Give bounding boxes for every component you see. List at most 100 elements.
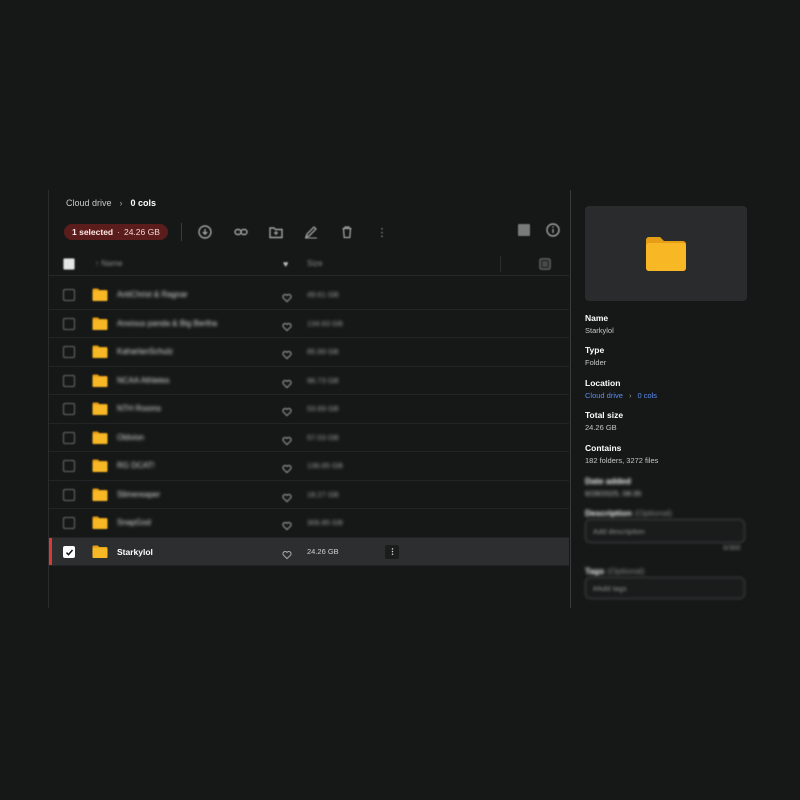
favourite-heart-icon[interactable] [282,547,292,559]
trash-icon[interactable] [339,224,355,240]
row-name[interactable]: KaharlanSchulz [117,347,173,356]
row-size: 85.99 GB [307,347,339,356]
favourite-heart-icon[interactable] [282,404,292,417]
row-checkbox[interactable] [63,346,75,358]
move-to-folder-icon[interactable] [268,224,284,240]
row-checkbox[interactable] [63,403,75,415]
selection-badge[interactable]: 1 selected · 24.26 GB [64,224,168,240]
favourite-heart-icon[interactable] [282,347,292,360]
column-settings-icon[interactable] [539,258,551,270]
favourite-heart-icon[interactable] [282,518,292,531]
table-row[interactable]: Starkylol 24.26 GB [49,537,569,566]
detail-type-value: Folder [585,358,607,367]
link-icon[interactable] [233,224,249,240]
table-row[interactable]: KaharlanSchulz 85.99 GB [49,338,569,367]
detail-contains-label: Contains [585,443,622,453]
description-label-row: Description (Optional) [585,508,672,518]
folder-preview [585,206,747,301]
select-all-checkbox[interactable] [63,258,75,270]
info-icon[interactable] [545,222,561,238]
column-name-header[interactable]: ↑ Name [95,259,123,268]
row-name[interactable]: Anxious panda & Big Bertha [117,319,217,328]
favourite-heart-icon[interactable] [282,490,292,502]
details-panel: Name Starkylol Type Folder Location Clou… [585,206,747,606]
row-checkbox[interactable] [63,374,75,387]
tags-input[interactable]: #Add tags [585,577,745,599]
more-vertical-icon [391,548,393,555]
favourite-heart-icon[interactable] [282,319,292,331]
row-size: 57.03 GB [307,432,339,442]
tags-label-row: Tags (Optional) [585,566,645,576]
table-row[interactable]: NTH Rooms 53.69 GB [49,395,569,424]
location-link-current[interactable]: 0 cols [637,391,657,400]
description-char-counter: 0/300 [723,545,741,552]
location-breadcrumb: Cloud drive › 0 cols [585,391,657,400]
tags-label-text: Tags [585,566,605,576]
folder-icon [92,516,108,529]
row-name[interactable]: NCAA Athletes [117,376,169,385]
table-row[interactable]: RG DCAT! 136.65 GB [49,452,569,481]
folder-icon [92,402,108,415]
tags-optional: (Optional) [607,566,645,576]
favourite-heart-icon[interactable] [282,433,292,445]
row-checkbox[interactable] [63,317,75,330]
table-header: ↑ Name ♥ Size [49,252,569,276]
toolbar: 1 selected · 24.26 GB ⋮ [49,222,569,242]
row-name[interactable]: NTH Rooms [117,404,161,413]
grid-view-icon[interactable] [516,222,532,238]
row-name[interactable]: Starkylol [117,547,153,557]
row-more-options-button[interactable] [385,544,399,559]
selection-size: 24.26 GB [123,227,160,237]
table-row[interactable]: Oldvion 57.03 GB [49,424,569,452]
breadcrumb-root[interactable]: Cloud drive [66,198,112,208]
detail-contains-value: 182 folders, 3272 files [585,456,659,465]
row-checkbox[interactable] [63,545,75,558]
chevron-right-icon: › [628,391,632,400]
detail-location-label: Location [585,378,621,388]
favourite-heart-icon[interactable] [282,376,292,388]
row-checkbox[interactable] [63,460,75,472]
rename-pencil-icon[interactable] [303,224,319,240]
file-browser: Cloud drive › 0 cols 1 selected · 24.26 … [49,190,569,608]
detail-contains: Contains 182 folders, 3272 files [585,443,658,465]
column-size-header[interactable]: Size [307,259,323,268]
table-row[interactable]: Slimereaper 18.27 GB [49,481,569,509]
row-name[interactable]: RG DCAT! [117,461,155,470]
location-link-root[interactable]: Cloud drive [585,391,623,400]
row-checkbox[interactable] [63,431,75,444]
file-list: AntiChrist & Ragnar 49.61 GB Anxious panda… [49,281,569,566]
detail-total-size-label: Total size [585,410,624,420]
description-optional: (Optional) [634,508,673,518]
row-name[interactable]: Oldvion [117,433,144,442]
table-row[interactable]: AntiChrist & Ragnar 49.61 GB [49,281,569,310]
row-size: 306.85 GB [307,518,343,527]
detail-date-added-value: 6/28/2025, 08:35 [585,489,642,498]
folder-icon [92,459,108,472]
description-input[interactable]: Add description [585,519,745,543]
favourite-column-heart-icon[interactable]: ♥ [283,259,288,269]
column-divider [500,256,501,272]
favourite-heart-icon[interactable] [282,461,292,474]
detail-date-added: Date added 6/28/2025, 08:35 [585,476,641,498]
row-checkbox[interactable] [63,488,75,501]
table-row[interactable]: NCAA Athletes 96.73 GB [49,367,569,395]
favourite-heart-icon[interactable] [282,290,292,303]
row-name[interactable]: SnapGod [117,518,151,527]
selection-count: 1 selected [72,227,114,237]
detail-date-added-label: Date added [585,476,631,486]
row-size: 53.69 GB [307,404,339,413]
folder-icon [92,345,108,358]
row-checkbox[interactable] [63,289,75,301]
table-row[interactable]: Anxious panda & Big Bertha 134.63 GB [49,310,569,338]
more-options-icon[interactable]: ⋮ [374,224,390,240]
table-row[interactable]: SnapGod 306.85 GB [49,509,569,538]
description-label: Description (Optional) [585,508,672,518]
row-name[interactable]: AntiChrist & Ragnar [117,290,188,299]
tags-label: Tags (Optional) [585,566,645,576]
folder-icon [92,488,108,501]
detail-name: Name Starkylol [585,313,614,335]
download-icon[interactable] [197,224,213,240]
folder-icon [92,317,108,330]
row-name[interactable]: Slimereaper [117,490,160,499]
row-checkbox[interactable] [63,517,75,529]
